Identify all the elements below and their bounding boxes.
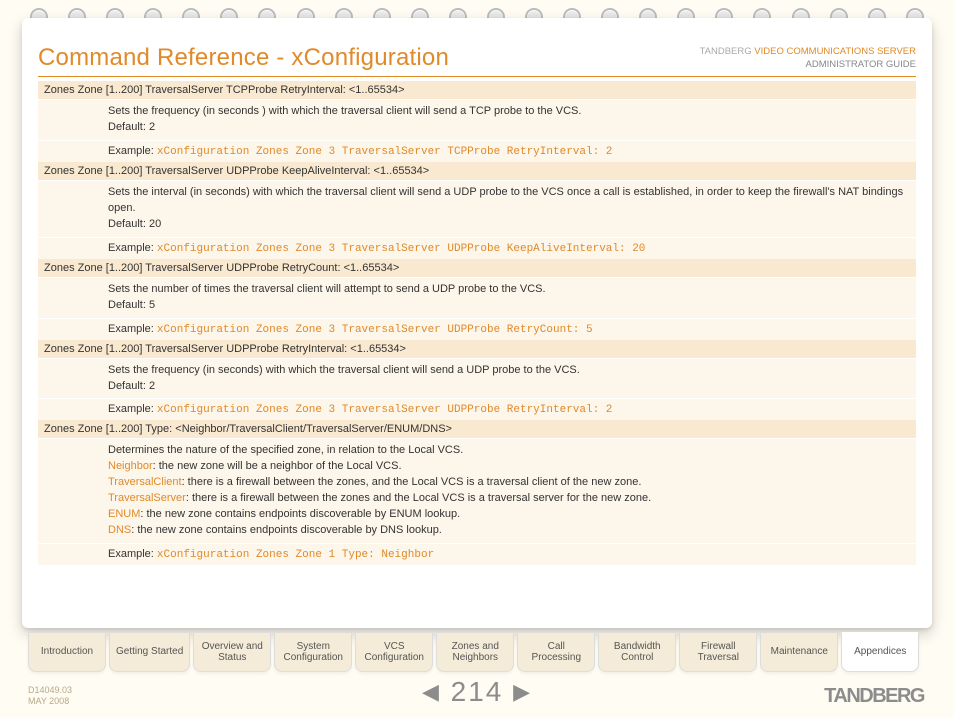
tab-label: Firewall xyxy=(701,641,735,653)
cmd-body: Sets the frequency (in seconds ) with wh… xyxy=(38,99,916,140)
tab-label: Zones and xyxy=(452,641,499,653)
cmd-name: Zones Zone [1..200] Type: <Neighbor/Trav… xyxy=(38,420,916,438)
tab-vcs-configuration[interactable]: VCSConfiguration xyxy=(355,632,433,672)
example-code: xConfiguration Zones Zone 1 Type: Neighb… xyxy=(157,549,434,561)
cmd-desc: Sets the frequency (in seconds) with whi… xyxy=(108,364,580,376)
footer-logo: TANDBERG xyxy=(824,685,924,708)
cmd-name: Zones Zone [1..200] TraversalServer UDPP… xyxy=(38,162,916,180)
tab-label: Getting Started xyxy=(116,646,183,658)
tab-label: Processing xyxy=(532,652,581,664)
tab-appendices[interactable]: Appendices xyxy=(841,632,919,672)
cmd-default: Default: 2 xyxy=(108,380,155,392)
tab-firewall-traversal[interactable]: FirewallTraversal xyxy=(679,632,757,672)
option-key: TraversalClient xyxy=(108,476,182,488)
tab-label: Neighbors xyxy=(452,652,498,664)
cmd-body: Sets the number of times the traversal c… xyxy=(38,277,916,318)
option-key: ENUM xyxy=(108,508,140,520)
option-key: TraversalServer xyxy=(108,492,186,504)
page-number: 214 xyxy=(451,676,504,707)
example-label: Example: xyxy=(108,145,154,157)
example-label: Example: xyxy=(108,403,154,415)
tab-label: Bandwidth xyxy=(614,641,661,653)
option-text: : the new zone contains endpoints discov… xyxy=(131,524,442,536)
option-text: : the new zone contains endpoints discov… xyxy=(140,508,460,520)
cmd-example: Example: xConfiguration Zones Zone 1 Typ… xyxy=(38,543,916,565)
tab-label: Configuration xyxy=(284,652,343,664)
tab-overview-status[interactable]: Overview andStatus xyxy=(193,632,271,672)
cmd-name: Zones Zone [1..200] TraversalServer TCPP… xyxy=(38,81,916,99)
cmd-example: Example: xConfiguration Zones Zone 3 Tra… xyxy=(38,398,916,420)
example-code: xConfiguration Zones Zone 3 TraversalSer… xyxy=(157,243,645,255)
cmd-body: Sets the frequency (in seconds) with whi… xyxy=(38,358,916,399)
guide-label: ADMINISTRATOR GUIDE xyxy=(806,59,917,70)
page-title: Command Reference - xConfiguration xyxy=(38,44,449,72)
option-key: Neighbor xyxy=(108,460,153,472)
cmd-desc: Sets the interval (in seconds) with whic… xyxy=(108,186,903,214)
header-rule xyxy=(38,76,916,77)
cmd-body: Sets the interval (in seconds) with whic… xyxy=(38,180,916,237)
page-card: Command Reference - xConfiguration TANDB… xyxy=(22,18,932,628)
option-text: : the new zone will be a neighbor of the… xyxy=(153,460,402,472)
example-code: xConfiguration Zones Zone 3 TraversalSer… xyxy=(157,404,612,416)
tab-label: Traversal xyxy=(698,652,739,664)
cmd-default: Default: 2 xyxy=(108,121,155,133)
tab-label: Control xyxy=(621,652,653,664)
next-page-arrow-icon[interactable]: ▶ xyxy=(513,679,532,705)
tab-getting-started[interactable]: Getting Started xyxy=(109,632,190,672)
tab-call-processing[interactable]: CallProcessing xyxy=(517,632,595,672)
cmd-desc: Sets the number of times the traversal c… xyxy=(108,283,546,295)
tab-label: Overview and xyxy=(202,641,263,653)
prev-page-arrow-icon[interactable]: ◀ xyxy=(422,679,441,705)
brand-name: TANDBERG xyxy=(700,46,752,57)
tab-label: System xyxy=(297,641,330,653)
example-label: Example: xyxy=(108,323,154,335)
tab-label: Introduction xyxy=(41,646,93,658)
page-navigation: ◀ 214 ▶ xyxy=(0,676,954,708)
tab-label: VCS xyxy=(384,641,405,653)
command-table: Zones Zone [1..200] TraversalServer TCPP… xyxy=(38,81,916,565)
cmd-example: Example: xConfiguration Zones Zone 3 Tra… xyxy=(38,318,916,340)
tab-label: Call xyxy=(548,641,565,653)
tab-label: Status xyxy=(218,652,246,664)
option-key: DNS xyxy=(108,524,131,536)
tab-system-configuration[interactable]: SystemConfiguration xyxy=(274,632,352,672)
tab-introduction[interactable]: Introduction xyxy=(28,632,106,672)
option-text: : there is a firewall between the zones,… xyxy=(182,476,642,488)
example-label: Example: xyxy=(108,548,154,560)
cmd-default: Default: 5 xyxy=(108,299,155,311)
cmd-desc-intro: Determines the nature of the specified z… xyxy=(108,444,463,456)
cmd-name: Zones Zone [1..200] TraversalServer UDPP… xyxy=(38,340,916,358)
cmd-default: Default: 20 xyxy=(108,218,161,230)
tab-label: Maintenance xyxy=(771,646,828,658)
cmd-desc: Sets the frequency (in seconds ) with wh… xyxy=(108,105,581,117)
header-right: TANDBERG VIDEO COMMUNICATIONS SERVER ADM… xyxy=(700,46,916,72)
tab-zones-neighbors[interactable]: Zones andNeighbors xyxy=(436,632,514,672)
cmd-example: Example: xConfiguration Zones Zone 3 Tra… xyxy=(38,140,916,162)
bottom-tabs: Introduction Getting Started Overview an… xyxy=(28,632,919,672)
cmd-name: Zones Zone [1..200] TraversalServer UDPP… xyxy=(38,259,916,277)
example-code: xConfiguration Zones Zone 3 TraversalSer… xyxy=(157,324,593,336)
tab-label: Configuration xyxy=(365,652,424,664)
product-name: VIDEO COMMUNICATIONS SERVER xyxy=(754,46,916,57)
option-text: : there is a firewall between the zones … xyxy=(186,492,651,504)
tab-maintenance[interactable]: Maintenance xyxy=(760,632,838,672)
cmd-example: Example: xConfiguration Zones Zone 3 Tra… xyxy=(38,237,916,259)
example-code: xConfiguration Zones Zone 3 TraversalSer… xyxy=(157,146,612,158)
cmd-body: Determines the nature of the specified z… xyxy=(38,438,916,543)
example-label: Example: xyxy=(108,242,154,254)
tab-label: Appendices xyxy=(854,646,906,658)
tab-bandwidth-control[interactable]: BandwidthControl xyxy=(598,632,676,672)
